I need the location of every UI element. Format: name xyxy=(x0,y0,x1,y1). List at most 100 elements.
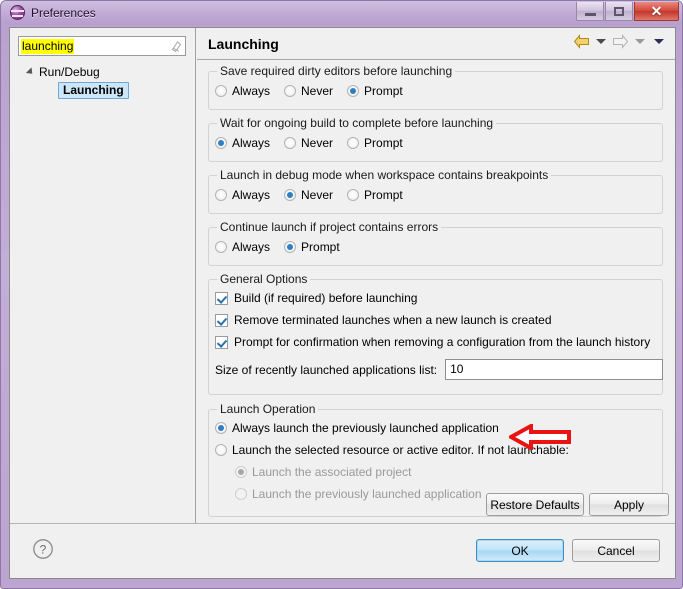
radio-group-continue-on-errors: Always Prompt xyxy=(215,240,354,254)
checkbox-indicator xyxy=(215,291,228,305)
radio-option-always[interactable]: Always xyxy=(215,188,270,202)
radio-option-never[interactable]: Never xyxy=(284,188,333,202)
checkbox-remove-terminated-launches[interactable]: Remove terminated launches when a new la… xyxy=(215,313,552,327)
radio-indicator xyxy=(235,466,247,478)
page-menu-chevron-down-icon[interactable] xyxy=(654,39,664,44)
group-title: Launch in debug mode when workspace cont… xyxy=(217,168,552,182)
checkbox-indicator xyxy=(215,313,228,327)
page-header: Launching xyxy=(197,28,675,60)
radio-label: Always xyxy=(232,188,271,202)
close-button[interactable]: ✕ xyxy=(634,2,679,21)
radio-indicator xyxy=(215,137,227,149)
radio-indicator xyxy=(215,85,227,97)
radio-label: Never xyxy=(301,136,334,150)
preferences-tree[interactable]: Run/Debug Launching xyxy=(18,62,188,100)
radio-label: Never xyxy=(301,84,334,98)
radio-indicator xyxy=(284,189,297,201)
radio-label: Always launch the previously launched ap… xyxy=(232,421,499,435)
eraser-icon[interactable] xyxy=(169,39,183,53)
group-title: Continue launch if project contains erro… xyxy=(217,220,442,234)
maximize-button[interactable] xyxy=(605,2,633,21)
radio-indicator xyxy=(215,241,227,253)
minimize-icon xyxy=(584,12,596,16)
radio-option-prompt[interactable]: Prompt xyxy=(284,240,340,254)
minimize-button[interactable] xyxy=(576,2,604,21)
apply-button[interactable]: Apply xyxy=(589,493,669,516)
dialog-client-area: launching Run/Debug Launching Launching … xyxy=(9,27,676,579)
radio-option-prompt[interactable]: Prompt xyxy=(347,136,403,150)
radio-option-always[interactable]: Always xyxy=(215,240,270,254)
radio-indicator xyxy=(347,137,360,149)
radio-option-always[interactable]: Always xyxy=(215,136,270,150)
radio-indicator xyxy=(215,444,227,456)
preferences-tree-panel: launching Run/Debug Launching xyxy=(10,28,196,523)
radio-option-always[interactable]: Always xyxy=(215,84,270,98)
preferences-page-panel: Launching Save required dirty editors be… xyxy=(197,28,675,523)
cancel-button[interactable]: Cancel xyxy=(572,539,660,562)
radio-option-body: Launch the selected resource or active e… xyxy=(215,443,569,457)
group-general-options: General Options Build (if required) befo… xyxy=(208,272,664,395)
tree-item-launching[interactable]: Launching xyxy=(18,81,188,100)
radio-label: Prompt xyxy=(364,84,403,98)
radio-label: Always xyxy=(232,84,271,98)
radio-group-debug-mode-breakpoints: Always Never Prompt xyxy=(215,188,417,202)
radio-option-launch-associated-project: Launch the associated project xyxy=(235,465,425,479)
radio-option-launch-selected-resource[interactable]: Launch the selected resource or active e… xyxy=(215,443,583,457)
checkbox-build-before-launching[interactable]: Build (if required) before launching xyxy=(215,291,417,305)
forward-history-chevron-down-icon xyxy=(635,39,645,44)
radio-option-prompt[interactable]: Prompt xyxy=(347,188,403,202)
group-save-dirty-editors: Save required dirty editors before launc… xyxy=(208,64,663,110)
checkbox-indicator xyxy=(215,335,228,349)
preferences-window: Preferences ✕ launching Run/Debug Launch… xyxy=(0,0,683,589)
filter-text-field[interactable]: launching xyxy=(18,36,186,56)
radio-indicator xyxy=(347,189,360,201)
radio-label: Prompt xyxy=(364,188,403,202)
radio-option-always-launch-previous[interactable]: Always launch the previously launched ap… xyxy=(215,421,513,435)
window-controls: ✕ xyxy=(576,2,679,21)
expand-triangle-icon[interactable] xyxy=(25,66,36,77)
radio-option-never[interactable]: Never xyxy=(284,136,333,150)
recent-launch-list-size-row: Size of recently launched applications l… xyxy=(215,359,664,380)
filter-text-value: launching xyxy=(21,38,75,54)
svg-text:?: ? xyxy=(40,543,47,557)
recent-launch-list-size-label: Size of recently launched applications l… xyxy=(215,362,438,377)
checkbox-label: Build (if required) before launching xyxy=(234,291,418,305)
back-arrow-icon[interactable] xyxy=(573,34,590,49)
group-title: Launch Operation xyxy=(217,402,319,416)
recent-launch-list-size-input[interactable]: 10 xyxy=(445,359,664,380)
dialog-footer: ? OK Cancel xyxy=(10,523,675,578)
radio-label: Never xyxy=(301,188,334,202)
tree-item-label: Run/Debug xyxy=(39,64,100,79)
maximize-icon xyxy=(614,6,624,16)
radio-indicator xyxy=(284,137,297,149)
radio-option-body: Always launch the previously launched ap… xyxy=(215,421,499,435)
radio-indicator xyxy=(284,85,297,97)
radio-indicator xyxy=(215,189,227,201)
page-title: Launching xyxy=(208,36,279,52)
radio-label: Prompt xyxy=(301,240,340,254)
eclipse-sphere-icon xyxy=(10,5,25,20)
ok-button[interactable]: OK xyxy=(476,539,564,562)
title-bar-left: Preferences xyxy=(10,5,96,20)
tree-item-run-debug[interactable]: Run/Debug xyxy=(18,62,188,81)
restore-defaults-button[interactable]: Restore Defaults xyxy=(486,493,584,516)
tree-item-label: Launching xyxy=(58,82,129,99)
radio-indicator xyxy=(215,422,227,434)
radio-label: Launch the associated project xyxy=(252,465,412,479)
radio-group-wait-for-build: Always Never Prompt xyxy=(215,136,417,150)
radio-label: Prompt xyxy=(364,136,403,150)
group-wait-for-build: Wait for ongoing build to complete befor… xyxy=(208,116,663,162)
radio-option-prompt[interactable]: Prompt xyxy=(347,84,403,98)
help-question-icon[interactable]: ? xyxy=(32,538,54,560)
checkbox-prompt-remove-configuration[interactable]: Prompt for confirmation when removing a … xyxy=(215,335,650,349)
radio-label: Launch the selected resource or active e… xyxy=(232,443,569,457)
close-icon: ✕ xyxy=(650,3,663,19)
back-history-chevron-down-icon[interactable] xyxy=(596,39,606,44)
radio-label: Always xyxy=(232,240,271,254)
page-navigation-toolbar xyxy=(573,34,667,49)
window-title: Preferences xyxy=(31,5,96,20)
radio-option-never[interactable]: Never xyxy=(284,84,333,98)
radio-group-save-dirty-editors: Always Never Prompt xyxy=(215,84,417,98)
group-continue-on-errors: Continue launch if project contains erro… xyxy=(208,220,663,266)
radio-indicator xyxy=(284,241,297,253)
